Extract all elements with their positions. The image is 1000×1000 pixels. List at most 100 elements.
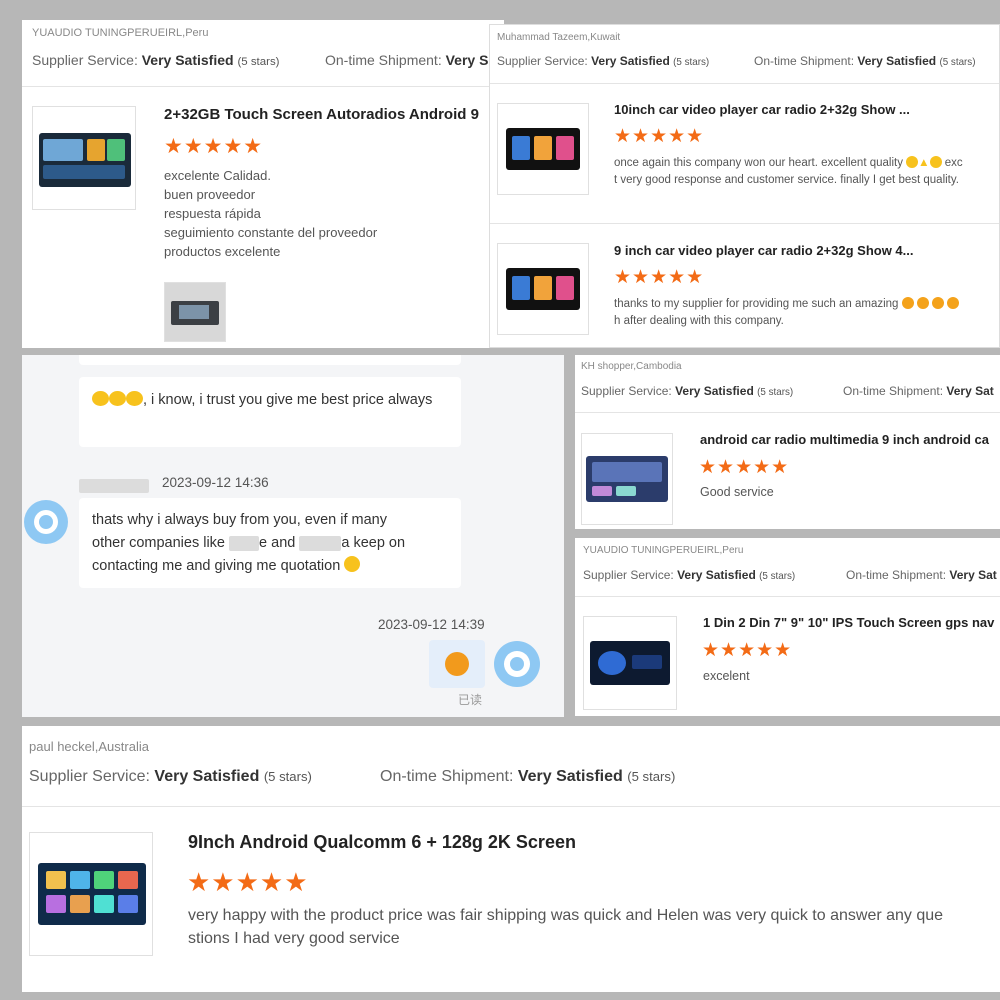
divider <box>490 223 999 224</box>
shipment-rating: On-time Shipment: Very S <box>325 52 488 68</box>
review-line: h after dealing with this company. <box>614 315 784 327</box>
product-thumbnail[interactable] <box>583 616 677 710</box>
supplier-value: Very Satisfied <box>141 52 234 68</box>
reviewer-name: YUAUDIO TUNINGPERUEIRL,Peru <box>32 27 209 39</box>
review-card-5: paul heckel,Australia Supplier Service: … <box>22 726 1000 992</box>
divider <box>490 83 999 84</box>
product-thumbnail[interactable] <box>32 106 136 210</box>
divider <box>22 806 1000 807</box>
contact-avatar[interactable] <box>24 500 68 544</box>
smile-emoji-icon <box>929 156 942 168</box>
chat-bubble-quoted <box>79 355 461 365</box>
shipment-rating: On-time Shipment: Very Sat <box>843 384 994 398</box>
shipment-value: Very Sat <box>946 384 994 398</box>
supplier-label: Supplier Service: <box>581 384 672 398</box>
rating-stars: ★★★★★ <box>614 267 705 288</box>
supplier-stars: (5 stars) <box>759 571 796 582</box>
review-text: very happy with the product price was fa… <box>188 904 943 950</box>
product-title[interactable]: 1 Din 2 Din 7" 9" 10" IPS Touch Screen g… <box>703 615 994 630</box>
message-timestamp: 2023-09-12 14:39 <box>378 617 485 632</box>
redacted-text <box>229 535 260 551</box>
smile-emoji-icon <box>906 156 919 168</box>
message-text: other companies like <box>92 535 225 551</box>
rofl-emoji-icon <box>344 556 361 572</box>
car-radio-image <box>590 641 670 685</box>
supplier-service-rating: Supplier Service: Very Satisfied (5 star… <box>29 768 312 786</box>
rating-stars: ★★★★★ <box>699 457 790 478</box>
laughing-emoji-icon <box>92 391 109 406</box>
supplier-value: Very Satisfied <box>154 768 260 785</box>
shipment-rating: On-time Shipment: Very Satisfied (5 star… <box>754 54 976 68</box>
chat-bubble-incoming[interactable]: thats why i always buy from you, even if… <box>79 498 461 588</box>
review-text: thanks to my supplier for providing me s… <box>614 296 960 330</box>
review-line: excelente Calidad. <box>164 168 271 183</box>
message-text: thats why i always buy from you, even if… <box>92 512 387 528</box>
product-title[interactable]: 9Inch Android Qualcomm 6 + 128g 2K Scree… <box>188 832 576 853</box>
chat-bubble-outgoing[interactable] <box>429 640 485 688</box>
review-line: stions I had very good service <box>188 930 400 947</box>
heart-eyes-emoji-icon <box>932 297 945 309</box>
chat-bubble-incoming[interactable]: , i know, i trust you give me best price… <box>79 377 461 447</box>
sender-name-redacted <box>79 477 149 495</box>
rating-stars: ★★★★★ <box>164 135 264 158</box>
supplier-service-rating: Supplier Service: Very Satisfied (5 star… <box>497 54 709 68</box>
rating-stars: ★★★★★ <box>614 126 705 147</box>
supplier-value: Very Satisfied <box>677 568 756 582</box>
review-text: Good service <box>700 485 774 499</box>
heart-eyes-emoji-icon <box>901 297 914 309</box>
my-avatar[interactable] <box>494 641 540 687</box>
shipment-label: On-time Shipment: <box>325 52 442 68</box>
review-line: once again this company won our heart. e… <box>614 157 903 169</box>
review-line: thanks to my supplier for providing me s… <box>614 298 899 310</box>
shipment-stars: (5 stars) <box>627 769 676 784</box>
review-line: buen proveedor <box>164 187 256 202</box>
shipment-value: Very Sat <box>949 568 997 582</box>
message-text: contacting me and giving me quotation <box>92 558 341 574</box>
car-radio-image <box>506 268 580 310</box>
car-radio-image <box>506 128 580 170</box>
car-radio-image <box>586 456 668 502</box>
review-line: seguimiento constante del proveedor <box>164 225 378 240</box>
thumbs-up-emoji-icon: ▲ <box>918 157 930 169</box>
car-radio-image <box>39 133 131 187</box>
laughing-emoji-icon <box>126 391 143 406</box>
product-title[interactable]: 9 inch car video player car radio 2+32g … <box>614 243 914 258</box>
shipment-rating: On-time Shipment: Very Sat <box>846 568 997 582</box>
review-card-4: YUAUDIO TUNINGPERUEIRL,Peru Supplier Ser… <box>575 538 1000 716</box>
product-title[interactable]: android car radio multimedia 9 inch andr… <box>700 432 989 447</box>
supplier-stars: (5 stars) <box>237 56 280 68</box>
review-card-2: Muhammad Tazeem,Kuwait Supplier Service:… <box>489 24 1000 348</box>
reviewer-name: Muhammad Tazeem,Kuwait <box>497 32 621 43</box>
shipment-stars: (5 stars) <box>939 57 976 68</box>
read-status: 已读 <box>458 693 483 707</box>
product-thumbnail[interactable] <box>497 243 589 335</box>
review-line: productos excelente <box>164 244 281 259</box>
review-line: t very good response and customer servic… <box>614 174 959 186</box>
product-thumbnail[interactable] <box>29 832 153 956</box>
shipment-label: On-time Shipment: <box>380 768 514 785</box>
supplier-stars: (5 stars) <box>757 387 794 398</box>
supplier-service-rating: Supplier Service: Very Satisfied (5 star… <box>581 384 793 398</box>
shipment-value: Very Satisfied <box>857 54 937 68</box>
supplier-label: Supplier Service: <box>497 54 588 68</box>
review-card-1: YUAUDIO TUNINGPERUEIRL,Peru Supplier Ser… <box>22 20 504 348</box>
review-photo[interactable] <box>164 282 226 342</box>
rating-stars: ★★★★★ <box>702 640 793 661</box>
laughing-emoji-icon <box>109 391 126 406</box>
product-title[interactable]: 10inch car video player car radio 2+32g … <box>614 102 910 117</box>
shipment-value: Very S <box>445 52 489 68</box>
heart-eyes-emoji-icon <box>916 297 929 309</box>
product-title[interactable]: 2+32GB Touch Screen Autoradios Android 9 <box>164 106 479 123</box>
message-text: a keep on <box>341 535 406 551</box>
review-line: very happy with the product price was fa… <box>188 907 944 924</box>
review-line-tail: exc <box>944 157 963 169</box>
heart-eyes-emoji-icon <box>947 297 960 309</box>
supplier-label: Supplier Service: <box>583 568 674 582</box>
supplier-value: Very Satisfied <box>591 54 670 68</box>
rating-stars: ★★★★★ <box>187 867 309 897</box>
divider <box>22 86 504 87</box>
supplier-stars: (5 stars) <box>263 769 312 784</box>
product-thumbnail[interactable] <box>581 433 673 525</box>
message-text: e and <box>259 535 296 551</box>
product-thumbnail[interactable] <box>497 103 589 195</box>
